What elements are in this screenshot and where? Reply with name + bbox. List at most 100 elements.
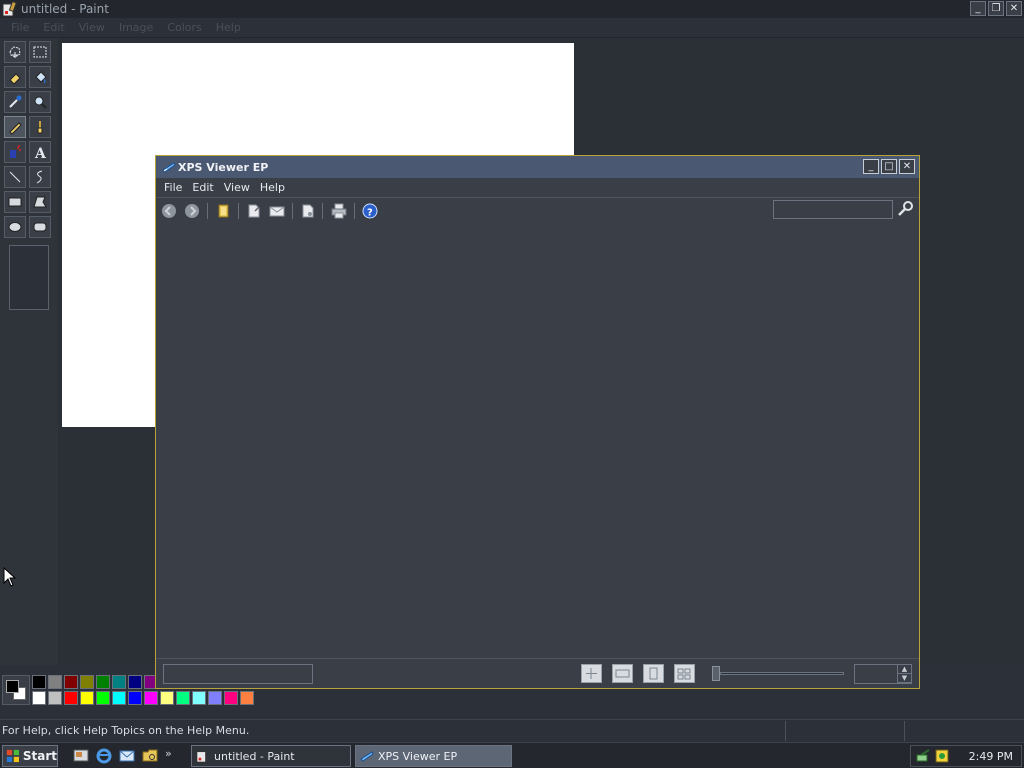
xps-document-area[interactable] [156, 223, 919, 658]
windows-explorer-icon[interactable] [141, 747, 159, 765]
palette-swatch-bottom-8[interactable] [144, 691, 158, 705]
whole-page-button[interactable] [643, 664, 664, 683]
pencil-tool[interactable] [4, 116, 26, 138]
page-number-field[interactable] [163, 664, 313, 684]
palette-swatch-top-4[interactable] [80, 675, 94, 689]
xps-search-input[interactable] [773, 200, 893, 219]
show-desktop-icon[interactable] [72, 747, 90, 765]
brush-icon [37, 121, 43, 134]
zoom-slider-thumb[interactable] [712, 666, 720, 681]
palette-swatch-top-1[interactable] [32, 675, 46, 689]
current-colors[interactable] [2, 675, 30, 705]
whole-page-icon [649, 667, 658, 680]
palette-swatch-top-5[interactable] [96, 675, 110, 689]
actual-size-icon [586, 668, 597, 679]
palette-swatch-bottom-3[interactable] [64, 691, 78, 705]
pick-color-tool[interactable] [4, 91, 26, 113]
print-button[interactable] [330, 202, 348, 220]
taskbar-paint-button[interactable]: untitled - Paint [191, 745, 351, 767]
paint-menu-colors[interactable]: Colors [160, 21, 208, 34]
xps-maximize-button[interactable]: □ [881, 159, 897, 174]
xps-title-bar[interactable]: XPS Viewer EP _ □ ✕ [156, 156, 919, 178]
actual-size-button[interactable] [581, 664, 602, 683]
palette-swatch-bottom-14[interactable] [240, 691, 254, 705]
xps-task-icon [360, 751, 374, 762]
xps-menu-help[interactable]: Help [255, 181, 290, 194]
palette-swatch-bottom-9[interactable] [160, 691, 174, 705]
zoom-percent-field[interactable]: ▲ ▼ [854, 664, 912, 684]
palette-swatch-bottom-4[interactable] [80, 691, 94, 705]
start-button[interactable]: Start [2, 745, 58, 767]
paint-restore-button[interactable]: ❐ [988, 1, 1004, 16]
xps-menu-view[interactable]: View [219, 181, 255, 194]
palette-swatch-bottom-7[interactable] [128, 691, 142, 705]
open-button[interactable] [215, 202, 233, 220]
palette-swatch-bottom-2[interactable] [48, 691, 62, 705]
xps-close-button[interactable]: ✕ [899, 159, 915, 174]
thumbnails-icon [677, 668, 691, 680]
airbrush-tool[interactable] [4, 141, 26, 163]
spin-down-icon[interactable]: ▼ [898, 674, 911, 683]
palette-swatch-top-6[interactable] [112, 675, 126, 689]
fit-width-button[interactable] [612, 664, 633, 683]
search-icon[interactable] [897, 200, 915, 218]
thumbnails-button[interactable] [674, 664, 695, 683]
paint-menu-view[interactable]: View [72, 21, 112, 34]
forward-button[interactable] [183, 202, 201, 220]
magnifier-tool[interactable] [29, 91, 51, 113]
eraser-tool[interactable] [4, 66, 26, 88]
xps-app-icon[interactable] [162, 160, 176, 174]
quick-launch-chevron-icon[interactable]: » [165, 747, 183, 765]
back-button[interactable] [160, 202, 178, 220]
palette-swatch-bottom-1[interactable] [32, 691, 46, 705]
xps-minimize-button[interactable]: _ [863, 159, 879, 174]
palette-swatch-top-2[interactable] [48, 675, 62, 689]
palette-swatch-bottom-6[interactable] [112, 691, 126, 705]
brush-tool[interactable] [29, 116, 51, 138]
paint-menu-image[interactable]: Image [112, 21, 160, 34]
text-tool[interactable]: A [29, 141, 51, 163]
email-button[interactable] [268, 202, 286, 220]
ellipse-tool[interactable] [4, 216, 26, 238]
paint-minimize-button[interactable]: _ [970, 1, 986, 16]
permissions-button[interactable] [299, 202, 317, 220]
eraser-icon [9, 73, 21, 85]
zoom-slider[interactable] [712, 666, 846, 682]
paint-menu-help[interactable]: Help [209, 21, 248, 34]
xps-menu-file[interactable]: File [159, 181, 187, 194]
palette-swatch-top-3[interactable] [64, 675, 78, 689]
paint-app-icon[interactable] [2, 0, 18, 17]
paint-menu-file[interactable]: File [4, 21, 36, 34]
palette-swatch-top-7[interactable] [128, 675, 142, 689]
line-tool[interactable] [4, 166, 26, 188]
palette-swatch-bottom-5[interactable] [96, 691, 110, 705]
xps-menu-edit[interactable]: Edit [187, 181, 218, 194]
curve-tool[interactable] [29, 166, 51, 188]
network-tray-icon[interactable] [915, 747, 933, 768]
xps-title: XPS Viewer EP [178, 160, 269, 174]
palette-swatch-bottom-13[interactable] [224, 691, 238, 705]
internet-explorer-icon[interactable] [95, 747, 113, 765]
taskbar-xps-button[interactable]: XPS Viewer EP [355, 745, 512, 767]
zoom-spinner[interactable]: ▲ ▼ [897, 665, 911, 683]
outlook-express-icon[interactable] [118, 747, 136, 765]
palette-swatch-bottom-12[interactable] [208, 691, 222, 705]
spin-up-icon[interactable]: ▲ [898, 665, 911, 674]
palette-swatch-bottom-10[interactable] [176, 691, 190, 705]
paint-close-button[interactable]: ✕ [1006, 1, 1022, 16]
paint-menu-edit[interactable]: Edit [36, 21, 71, 34]
rounded-rectangle-tool[interactable] [29, 216, 51, 238]
polygon-tool[interactable] [29, 191, 51, 213]
save-button[interactable] [245, 202, 263, 220]
free-form-select-tool[interactable] [4, 41, 26, 63]
select-tool[interactable] [29, 41, 51, 63]
paint-title-bar[interactable]: untitled - Paint _ ❐ ✕ [0, 0, 1024, 18]
help-button[interactable]: ? [361, 202, 379, 220]
rectangle-tool[interactable] [4, 191, 26, 213]
xps-viewer-window: XPS Viewer EP _ □ ✕ File Edit View Help … [155, 155, 920, 689]
system-tray: 2:49 PM [910, 745, 1022, 767]
fill-with-color-tool[interactable] [29, 66, 51, 88]
security-tray-icon[interactable] [933, 747, 951, 768]
tool-options-box[interactable] [9, 245, 49, 310]
palette-swatch-bottom-11[interactable] [192, 691, 206, 705]
